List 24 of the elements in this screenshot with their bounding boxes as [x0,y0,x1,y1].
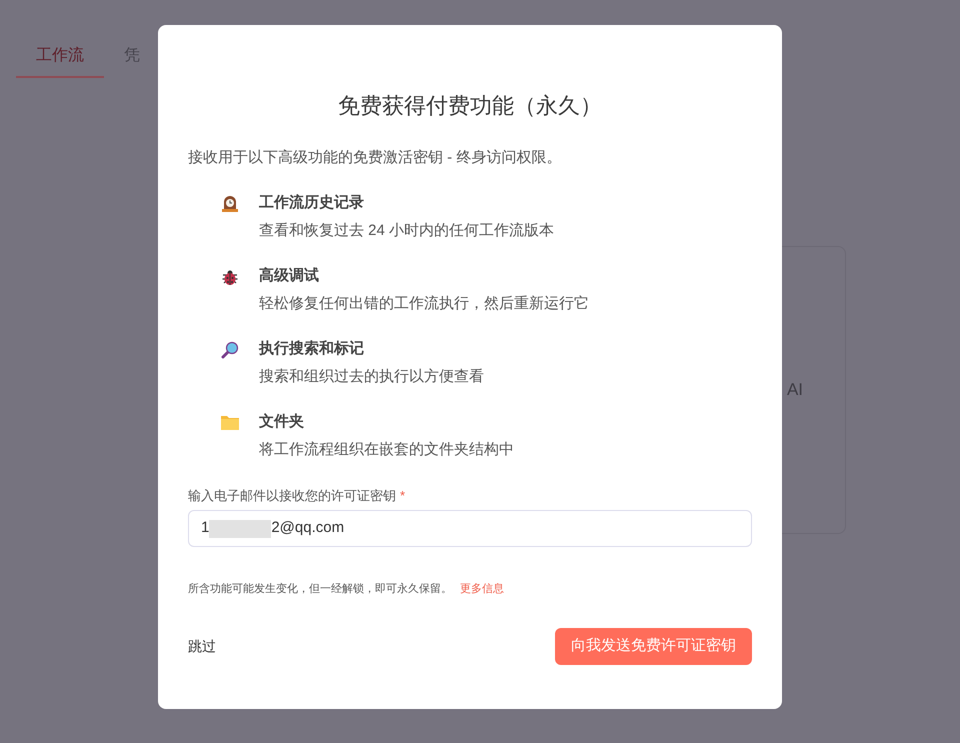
note-text: 所含功能可能发生变化，但一经解锁，即可永久保留。 [188,582,452,597]
feature-title: 文件夹 [259,412,305,432]
magnifier-icon [221,340,239,358]
more-info-link[interactable]: 更多信息 [460,581,504,598]
intro-text: 接收用于以下高级功能的免费激活密钥 - 终身访问权限。 [188,148,562,168]
clock-icon [221,194,239,212]
send-key-button[interactable]: 向我发送免费许可证密钥 [555,628,752,664]
skip-button[interactable]: 跳过 [188,636,216,656]
card-text: AI [786,379,803,402]
folder-icon [221,414,239,430]
feature-title: 高级调试 [259,266,320,286]
feature-description: 轻松修复任何出错的工作流执行，然后重新运行它 [259,294,589,314]
dialog-title: 免费获得付费功能（永久） [337,92,603,120]
tab[interactable]: 工作流 [16,44,104,78]
field-label: 输入电子邮件以接收您的许可证密钥 [188,486,396,504]
email-field[interactable]: 1 2@qq.com [188,510,752,547]
ladybug-icon [221,268,239,286]
feature-description: 将工作流程组织在嵌套的文件夹结构中 [259,440,514,460]
feature-title: 工作流历史记录 [259,192,365,212]
feature-description: 搜索和组织过去的执行以方便查看 [259,367,484,387]
required-mark: * [400,486,406,504]
redaction-block [209,520,272,538]
feature-description: 查看和恢复过去 24 小时内的任何工作流版本 [259,221,554,241]
feature-title: 执行搜索和标记 [259,338,365,358]
